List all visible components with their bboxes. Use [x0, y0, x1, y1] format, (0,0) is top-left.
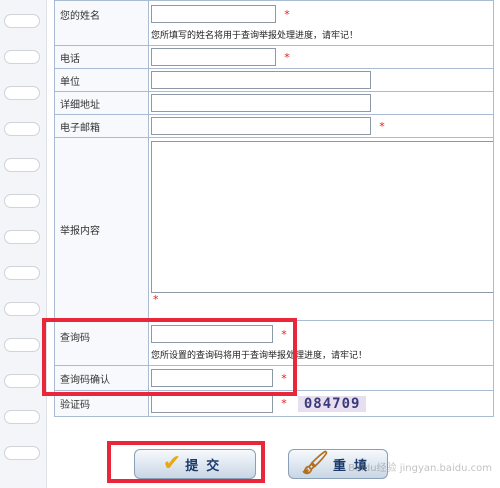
binder-ring [4, 266, 40, 280]
unit-label: 单位 [54, 68, 149, 92]
email-input[interactable] [151, 117, 371, 135]
content-label: 举报内容 [54, 137, 149, 321]
binder-ring [4, 446, 40, 460]
row-content: 举报内容 * [54, 137, 494, 321]
binder-ring [4, 14, 40, 28]
address-cell [148, 91, 494, 115]
address-input[interactable] [151, 94, 371, 112]
highlight-box-query-code [42, 318, 297, 396]
phone-cell: * [148, 45, 494, 69]
brush-icon: 🖌 [301, 451, 329, 476]
content-cell: * [148, 137, 494, 321]
required-mark: * [153, 293, 159, 306]
phone-input[interactable] [151, 48, 276, 66]
binder-ring [4, 194, 40, 208]
binder-ring [4, 86, 40, 100]
row-phone: 电话 * [54, 45, 494, 69]
binder-ring [4, 302, 40, 316]
binder-ring [4, 158, 40, 172]
row-address: 详细地址 [54, 91, 494, 115]
row-unit: 单位 [54, 68, 494, 92]
unit-cell [148, 68, 494, 92]
email-label: 电子邮箱 [54, 114, 149, 138]
binder-ring [4, 410, 40, 424]
notebook-spine [0, 0, 47, 488]
required-mark: * [284, 7, 290, 21]
address-label: 详细地址 [54, 91, 149, 115]
name-hint: 您所填写的姓名将用于查询举报处理进度，请牢记！ [151, 31, 359, 41]
required-mark: * [379, 119, 385, 133]
binder-ring [4, 50, 40, 64]
captcha-input[interactable] [151, 394, 273, 413]
unit-input[interactable] [151, 71, 371, 89]
name-input[interactable] [151, 5, 276, 23]
binder-ring [4, 338, 40, 352]
binder-ring [4, 230, 40, 244]
phone-label: 电话 [54, 45, 149, 69]
email-cell: * [148, 114, 494, 138]
highlight-box-submit [107, 441, 265, 483]
captcha-image[interactable]: 084709 [297, 395, 367, 412]
name-label: 您的姓名 [54, 0, 149, 46]
binder-ring [4, 122, 40, 136]
required-mark: * [281, 397, 287, 410]
watermark: Baidu经验 jingyan.baidu.com [348, 463, 492, 474]
required-mark: * [284, 50, 290, 64]
row-name: 您的姓名 * 您所填写的姓名将用于查询举报处理进度，请牢记！ [54, 0, 494, 46]
row-email: 电子邮箱 * [54, 114, 494, 138]
binder-ring [4, 374, 40, 388]
name-cell: * 您所填写的姓名将用于查询举报处理进度，请牢记！ [148, 0, 494, 46]
content-textarea[interactable] [151, 141, 494, 293]
